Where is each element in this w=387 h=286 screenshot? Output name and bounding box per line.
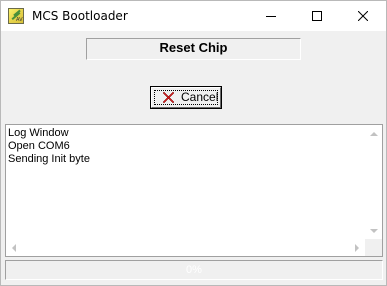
scrollbar-corner [365, 239, 382, 256]
log-window[interactable]: Log Window Open COM6 Sending Init byte [5, 124, 383, 257]
operation-label: Reset Chip [159, 40, 228, 55]
cancel-label: Cancel [181, 90, 219, 104]
log-line: Sending Init byte [8, 153, 90, 165]
scroll-right-icon[interactable] [355, 244, 359, 252]
progress-text: 0% [186, 264, 202, 276]
log-line: Log Window [8, 127, 69, 139]
app-icon[interactable]: AVR [8, 8, 24, 24]
close-button[interactable] [340, 1, 386, 31]
window-title: MCS Bootloader [32, 9, 128, 23]
operation-panel: Reset Chip [86, 38, 301, 60]
scroll-down-icon[interactable] [370, 229, 378, 233]
minimize-button[interactable] [248, 1, 294, 31]
minimize-icon [266, 16, 276, 17]
bootloader-window: AVR MCS Bootloader Reset Chip Cancel [0, 0, 387, 286]
close-icon [358, 11, 368, 21]
log-text: Log Window Open COM6 Sending Init byte [8, 127, 364, 166]
maximize-button[interactable] [294, 1, 340, 31]
scroll-left-icon[interactable] [12, 244, 16, 252]
progress-bar: 0% [5, 260, 383, 280]
red-x-icon [162, 91, 175, 104]
title-bar[interactable]: AVR MCS Bootloader [1, 1, 386, 31]
horizontal-scrollbar[interactable] [6, 239, 365, 256]
maximize-icon [312, 11, 322, 21]
vertical-scrollbar[interactable] [365, 125, 382, 239]
cancel-button[interactable]: Cancel [150, 86, 222, 109]
log-line: Open COM6 [8, 140, 70, 152]
scroll-up-icon[interactable] [370, 132, 378, 136]
